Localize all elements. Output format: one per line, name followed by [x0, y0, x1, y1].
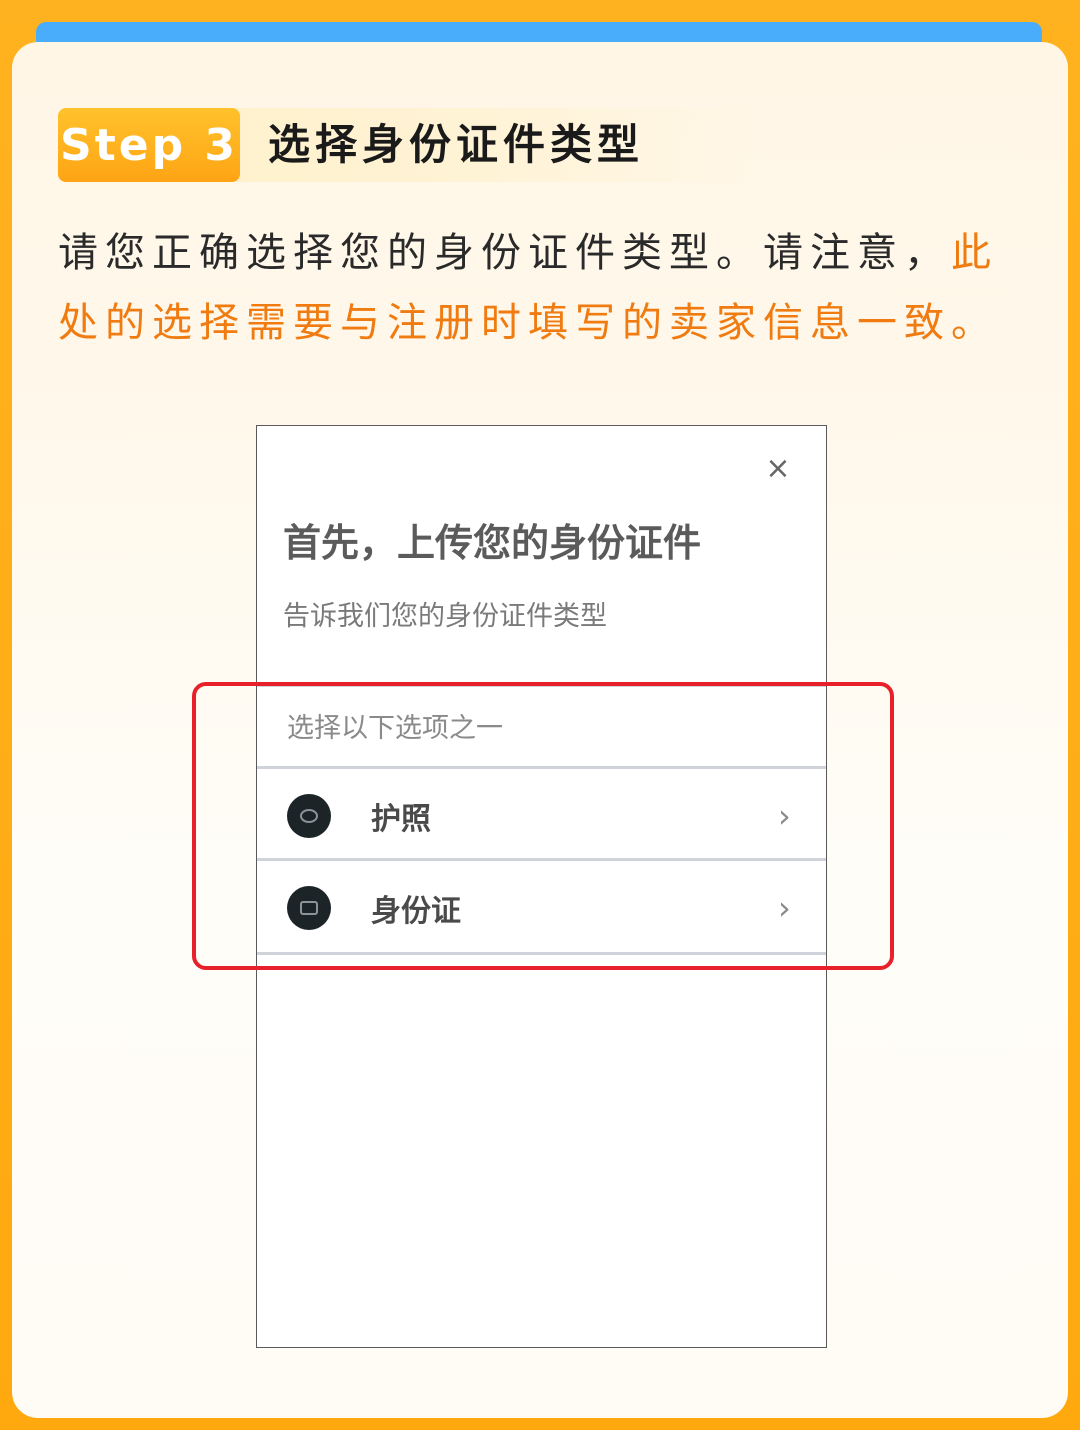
step-title: 选择身份证件类型: [268, 120, 645, 169]
instruction-text: 请您正确选择您的身份证件类型。请注意，此处的选择需要与注册时填写的卖家信息一致。: [58, 218, 1033, 358]
step-badge: Step 3: [58, 108, 240, 182]
dialog-subtitle: 告诉我们您的身份证件类型: [283, 601, 607, 632]
highlight-annotation-box: [192, 682, 894, 970]
instruction-normal: 请您正确选择您的身份证件类型。请注意，: [58, 230, 951, 276]
dialog-title: 首先，上传您的身份证件: [283, 521, 702, 565]
close-icon[interactable]: ×: [763, 454, 793, 484]
